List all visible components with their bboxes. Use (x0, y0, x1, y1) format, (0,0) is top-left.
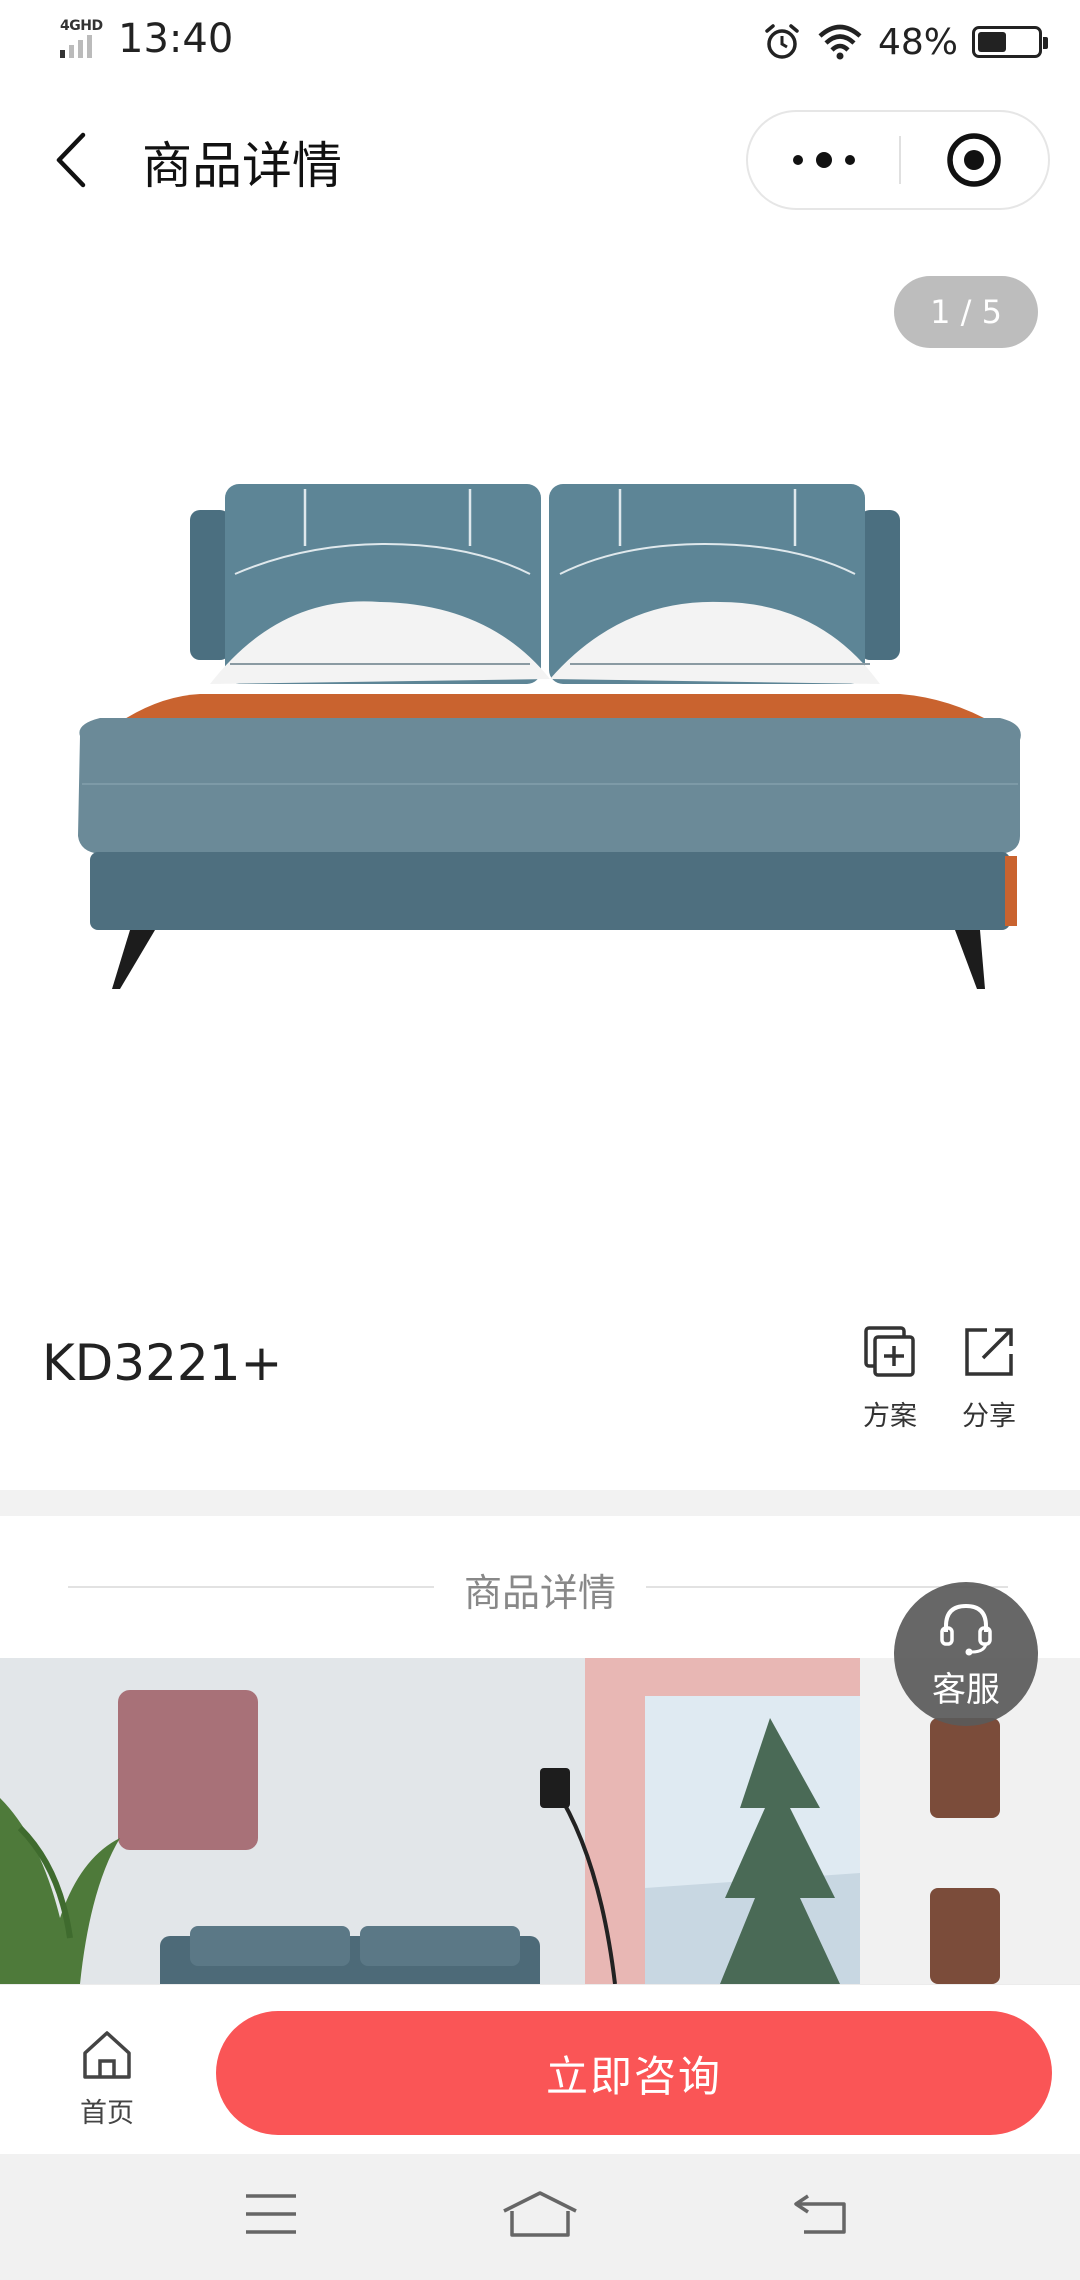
status-bar: 4GHD 13:40 48% (0, 0, 1080, 86)
back-chevron-icon (56, 132, 86, 188)
product-code: KD3221+ (42, 1334, 283, 1392)
share-label: 分享 (962, 1401, 1016, 1432)
signal-icon: 4GHD (58, 18, 112, 60)
close-target-icon (947, 133, 1001, 187)
system-home-icon (503, 2191, 577, 2237)
customer-service-label: 客服 (932, 1670, 1000, 1710)
bottom-action-bar: 首页 立即咨询 (0, 1984, 1080, 2154)
more-dots-icon (793, 152, 855, 168)
home-tab-label: 首页 (80, 2098, 134, 2129)
consult-now-button[interactable]: 立即咨询 (216, 2011, 1052, 2135)
bed-product-image (78, 484, 1021, 989)
plan-button[interactable]: 方案 (845, 1324, 935, 1434)
plan-label: 方案 (863, 1401, 917, 1432)
nav-bar: 商品详情 (0, 86, 1080, 234)
headset-icon (940, 1603, 992, 1656)
share-icon (965, 1328, 1013, 1376)
battery-percent: 48% (877, 21, 958, 63)
share-button[interactable]: 分享 (944, 1324, 1034, 1434)
customer-service-button[interactable]: 客服 (894, 1582, 1038, 1726)
more-button[interactable] (748, 112, 900, 208)
section-divider (0, 1490, 1080, 1516)
home-icon (83, 2031, 131, 2079)
home-tab[interactable]: 首页 (62, 2027, 152, 2130)
system-menu-button[interactable] (231, 2184, 311, 2244)
page-title: 商品详情 (142, 137, 342, 195)
add-to-plan-icon (864, 1326, 915, 1377)
system-home-button[interactable] (500, 2184, 580, 2244)
product-info: KD3221+ 方案 分享 (0, 1274, 1080, 1490)
menu-icon (246, 2194, 296, 2234)
system-back-button[interactable] (782, 2184, 862, 2244)
wifi-icon (818, 24, 862, 60)
battery-icon (972, 26, 1048, 58)
back-button[interactable] (40, 122, 100, 198)
close-miniprogram-button[interactable] (900, 112, 1048, 208)
network-type: 4GHD (60, 18, 103, 34)
gallery-page-indicator: 1 / 5 (894, 276, 1038, 348)
system-navigation-bar (0, 2154, 1080, 2280)
system-back-icon (794, 2194, 846, 2234)
alarm-icon (765, 24, 799, 59)
capsule-menu (746, 110, 1050, 210)
product-gallery[interactable]: 1 / 5 (0, 234, 1080, 1274)
status-time: 13:40 (118, 16, 234, 62)
